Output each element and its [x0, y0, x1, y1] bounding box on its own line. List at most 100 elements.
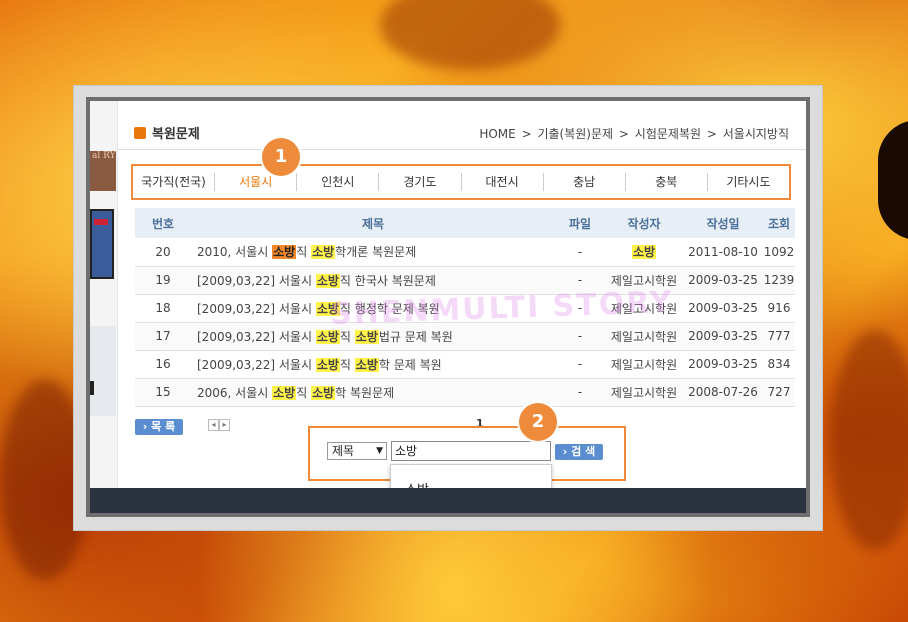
- tab-gyeonggi[interactable]: 경기도: [379, 173, 462, 191]
- tab-incheon[interactable]: 인천시: [297, 173, 380, 191]
- author-name: 제일고시학원: [610, 385, 678, 400]
- breadcrumb-separator: >: [618, 127, 629, 141]
- row-views: 1239: [763, 266, 795, 295]
- tab-other[interactable]: 기타시도: [708, 173, 789, 191]
- pager-arrows: ◂ ▸: [208, 419, 230, 431]
- row-date: 2009-03-25: [683, 294, 763, 323]
- table-row[interactable]: 17 [2009,03,22] 서울시 소방직 소방법규 문제 복원 - 제일고시학원…: [135, 322, 795, 351]
- firefighter-silhouette: [878, 120, 908, 240]
- subject-segment: 법규 문제 복원: [378, 329, 453, 344]
- button-arrow-icon: ›: [142, 420, 152, 433]
- table-row[interactable]: 15 2006, 서울시 소방직 소방학 복원문제 - 제일고시학원 2008-07-2…: [135, 378, 795, 407]
- row-date: 2009-03-25: [683, 322, 763, 351]
- region-tabs-highlight: 국가직(전국) 서울시 인천시 경기도 대전시 충남 충북 기타시도: [131, 164, 791, 200]
- subject-segment: [2009,03,22] 서울시: [197, 301, 316, 316]
- subject-segment: 소방: [315, 357, 340, 372]
- step-badge-1: 1: [262, 138, 300, 176]
- tab-chungbuk[interactable]: 충북: [626, 173, 708, 191]
- subject-segment: 소방: [315, 273, 340, 288]
- row-author: 제일고시학원: [605, 266, 683, 295]
- subject-segment: 학 복원문제: [335, 385, 395, 400]
- tab-national[interactable]: 국가직(전국): [133, 173, 216, 191]
- row-subject[interactable]: [2009,03,22] 서울시 소방직 소방법규 문제 복원: [191, 322, 555, 351]
- subject-segment: 소방: [311, 385, 336, 400]
- breadcrumb-separator: >: [706, 127, 717, 141]
- sidebar-ad-fragment: [90, 209, 114, 279]
- fire-background-shadow: [830, 330, 908, 550]
- search-field-select[interactable]: 제목 ▼: [327, 442, 387, 460]
- subject-segment: 2006, 서울시: [197, 385, 273, 400]
- tab-seoul[interactable]: 서울시: [215, 173, 298, 191]
- table-row[interactable]: 20 2010, 서울시 소방직 소방학개론 복원문제 - 소방 2011-08-10 1…: [135, 238, 795, 267]
- search-button[interactable]: › 검 색: [555, 444, 603, 460]
- header-number: 번호: [135, 208, 191, 238]
- row-author: 제일고시학원: [605, 378, 683, 407]
- list-button-label: 목 록: [151, 420, 176, 433]
- row-subject[interactable]: [2009,03,22] 서울시 소방직 소방학 문제 복원: [191, 350, 555, 379]
- row-file: -: [555, 238, 605, 267]
- header-file: 파일: [555, 208, 605, 238]
- breadcrumb-current[interactable]: 서울시지방직: [723, 127, 789, 141]
- footer-bar: [90, 488, 806, 513]
- button-arrow-icon: ›: [562, 445, 572, 458]
- subject-segment: 직: [339, 357, 355, 372]
- subject-segment: 직: [296, 245, 312, 260]
- row-file: -: [555, 378, 605, 407]
- subject-segment: 직 한국사 복원문제: [339, 273, 436, 288]
- subject-segment: 직 행정학 문제 복원: [339, 301, 440, 316]
- breadcrumb: HOME > 기출(복원)문제 > 시험문제복원 > 서울시지방직: [478, 125, 790, 142]
- row-file: -: [555, 322, 605, 351]
- table-row[interactable]: 18 [2009,03,22] 서울시 소방직 행정학 문제 복원 - 제일고시학원 2…: [135, 294, 795, 323]
- search-input[interactable]: 소방: [391, 441, 551, 461]
- row-file: -: [555, 294, 605, 323]
- row-subject[interactable]: 2010, 서울시 소방직 소방학개론 복원문제: [191, 238, 555, 267]
- sidebar-banner-fragment: al RY: [90, 151, 116, 191]
- search-field-select-value: 제목: [332, 444, 355, 458]
- title-divider: [118, 149, 806, 150]
- row-number: 15: [135, 378, 191, 407]
- tab-chungnam[interactable]: 충남: [544, 173, 626, 191]
- table-row[interactable]: 16 [2009,03,22] 서울시 소방직 소방학 문제 복원 - 제일고시학원 2…: [135, 350, 795, 379]
- breadcrumb-item[interactable]: 시험문제복원: [635, 127, 701, 141]
- sidebar-panel-fragment: [90, 326, 116, 416]
- subject-segment: 직: [339, 329, 355, 344]
- header-date: 작성일: [683, 208, 763, 238]
- website-screenshot: al RY 복원문제 HOME > 기출(복원)문제 > 시험문제복원 > 서울…: [86, 97, 810, 517]
- row-views: 727: [763, 378, 795, 407]
- author-name: 제일고시학원: [610, 301, 678, 316]
- row-file: -: [555, 266, 605, 295]
- row-subject[interactable]: 2006, 서울시 소방직 소방학 복원문제: [191, 378, 555, 407]
- subject-segment: [2009,03,22] 서울시: [197, 329, 316, 344]
- row-author: 제일고시학원: [605, 350, 683, 379]
- row-number: 17: [135, 322, 191, 351]
- subject-segment: 소방: [272, 245, 297, 260]
- row-views: 777: [763, 322, 795, 351]
- row-author: 제일고시학원: [605, 294, 683, 323]
- pager-prev-icon[interactable]: ◂: [208, 419, 219, 431]
- row-subject[interactable]: [2009,03,22] 서울시 소방직 한국사 복원문제: [191, 266, 555, 295]
- list-button[interactable]: › 목 록: [135, 419, 183, 435]
- row-views: 1092: [763, 238, 795, 267]
- row-date: 2009-03-25: [683, 266, 763, 295]
- step-badge-2: 2: [519, 403, 557, 441]
- row-subject[interactable]: [2009,03,22] 서울시 소방직 행정학 문제 복원: [191, 294, 555, 323]
- author-name: 제일고시학원: [610, 329, 678, 344]
- left-sidebar-fragment: al RY: [90, 101, 118, 513]
- breadcrumb-home[interactable]: HOME: [479, 127, 515, 141]
- header-views: 조회: [763, 208, 795, 238]
- row-author: 소방: [605, 238, 683, 267]
- row-number: 16: [135, 350, 191, 379]
- breadcrumb-item[interactable]: 기출(복원)문제: [537, 127, 613, 141]
- page-title-text: 복원문제: [152, 127, 200, 142]
- row-date: 2008-07-26: [683, 378, 763, 407]
- pager-next-icon[interactable]: ▸: [219, 419, 230, 431]
- author-name: 소방: [631, 245, 657, 260]
- subject-segment: 소방: [315, 329, 340, 344]
- subject-segment: 직: [296, 385, 312, 400]
- subject-segment: 소방: [315, 301, 340, 316]
- header-subject: 제목: [191, 208, 555, 238]
- subject-segment: 학 문제 복원: [378, 357, 442, 372]
- tab-daejeon[interactable]: 대전시: [462, 173, 544, 191]
- subject-segment: [2009,03,22] 서울시: [197, 273, 316, 288]
- table-row[interactable]: 19 [2009,03,22] 서울시 소방직 한국사 복원문제 - 제일고시학원 20…: [135, 266, 795, 295]
